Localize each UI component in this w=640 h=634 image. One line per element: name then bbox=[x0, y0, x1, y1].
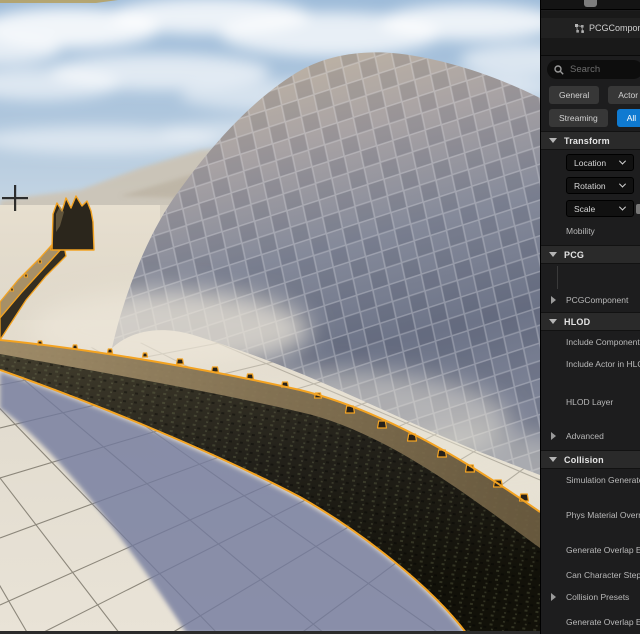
phys-material-row[interactable]: Phys Material Override bbox=[541, 507, 640, 523]
scale-label: Scale bbox=[574, 203, 596, 214]
tab-icon[interactable] bbox=[584, 0, 597, 7]
triangle-right-icon[interactable] bbox=[551, 432, 556, 440]
section-title: Transform bbox=[564, 135, 610, 146]
filter-streaming-button[interactable]: Streaming bbox=[549, 109, 608, 127]
triangle-right-icon[interactable] bbox=[551, 296, 556, 304]
chevron-down-icon bbox=[618, 180, 627, 188]
location-label: Location bbox=[574, 157, 607, 168]
generate-overlap-row[interactable]: Generate Overlap Events bbox=[541, 542, 640, 558]
generate-overlap-row-2[interactable]: Generate Overlap Events bbox=[541, 614, 640, 630]
lock-icon-partial[interactable] bbox=[636, 204, 640, 214]
hlod-layer-row[interactable]: HLOD Layer bbox=[541, 394, 640, 410]
section-title: PCG bbox=[564, 249, 585, 260]
scale-dropdown[interactable]: Scale bbox=[566, 200, 634, 217]
include-component-row[interactable]: Include Component in HLOD bbox=[541, 334, 640, 350]
collision-presets-label: Collision Presets bbox=[566, 592, 630, 602]
search-bar[interactable] bbox=[547, 60, 640, 79]
component-label: PCGComponent bbox=[589, 23, 640, 33]
filter-row-2: Streaming All bbox=[549, 109, 640, 127]
simulation-generates-label: Simulation Generates Hit Events bbox=[566, 475, 640, 485]
generate-overlap-label-2: Generate Overlap Events bbox=[566, 617, 640, 627]
search-input[interactable] bbox=[568, 63, 632, 76]
generate-overlap-label: Generate Overlap Events bbox=[566, 545, 640, 555]
rotation-label: Rotation bbox=[574, 180, 606, 191]
filter-all-button[interactable]: All bbox=[616, 109, 640, 127]
section-pcg[interactable]: PCG bbox=[541, 245, 640, 264]
chevron-down-icon bbox=[618, 157, 627, 165]
section-collision[interactable]: Collision bbox=[541, 450, 640, 469]
can-character-step-row[interactable]: Can Character Step Up On bbox=[541, 567, 640, 583]
search-icon bbox=[554, 64, 564, 75]
can-character-step-label: Can Character Step Up On bbox=[566, 570, 640, 580]
pcg-component-row[interactable]: PCGComponent bbox=[541, 292, 640, 308]
hlod-layer-label: HLOD Layer bbox=[566, 397, 614, 407]
unreal-editor-window: PCGComponent General Actor Streaming All… bbox=[0, 0, 640, 634]
chevron-down-icon bbox=[618, 203, 627, 211]
pcg-component-label: PCGComponent bbox=[566, 295, 629, 305]
include-actor-label: Include Actor in HLOD bbox=[566, 359, 640, 369]
advanced-row[interactable]: Advanced bbox=[541, 428, 640, 444]
pcg-component-icon bbox=[575, 23, 584, 33]
include-actor-row[interactable]: Include Actor in HLOD bbox=[541, 356, 640, 372]
filter-general-button[interactable]: General bbox=[549, 86, 600, 104]
panel-top-strip bbox=[541, 0, 640, 10]
filter-row-1: General Actor bbox=[549, 86, 640, 104]
viewport-3d[interactable] bbox=[0, 0, 540, 634]
rotation-dropdown[interactable]: Rotation bbox=[566, 177, 634, 194]
include-component-label: Include Component in HLOD bbox=[566, 337, 640, 347]
component-tree-row[interactable]: PCGComponent bbox=[541, 18, 640, 38]
triangle-down-icon bbox=[549, 252, 557, 257]
section-transform[interactable]: Transform bbox=[541, 131, 640, 150]
mobility-label: Mobility bbox=[566, 226, 595, 236]
section-hlod[interactable]: HLOD bbox=[541, 312, 640, 331]
component-tree-area: PCGComponent bbox=[541, 11, 640, 56]
section-title: Collision bbox=[564, 454, 604, 465]
details-panel: PCGComponent General Actor Streaming All… bbox=[540, 0, 640, 634]
phys-material-label: Phys Material Override bbox=[566, 510, 640, 520]
simulation-generates-row[interactable]: Simulation Generates Hit Events bbox=[541, 472, 640, 488]
triangle-down-icon bbox=[549, 457, 557, 462]
triangle-down-icon bbox=[549, 319, 557, 324]
viewport-scene bbox=[0, 0, 540, 634]
section-title: HLOD bbox=[564, 316, 591, 327]
filter-actor-button[interactable]: Actor bbox=[608, 86, 640, 104]
mobility-row[interactable]: Mobility bbox=[541, 223, 640, 239]
collision-presets-row[interactable]: Collision Presets bbox=[541, 589, 640, 605]
location-dropdown[interactable]: Location bbox=[566, 154, 634, 171]
indent-guide bbox=[557, 266, 558, 289]
triangle-down-icon bbox=[549, 138, 557, 143]
advanced-label: Advanced bbox=[566, 431, 604, 441]
triangle-right-icon[interactable] bbox=[551, 593, 556, 601]
